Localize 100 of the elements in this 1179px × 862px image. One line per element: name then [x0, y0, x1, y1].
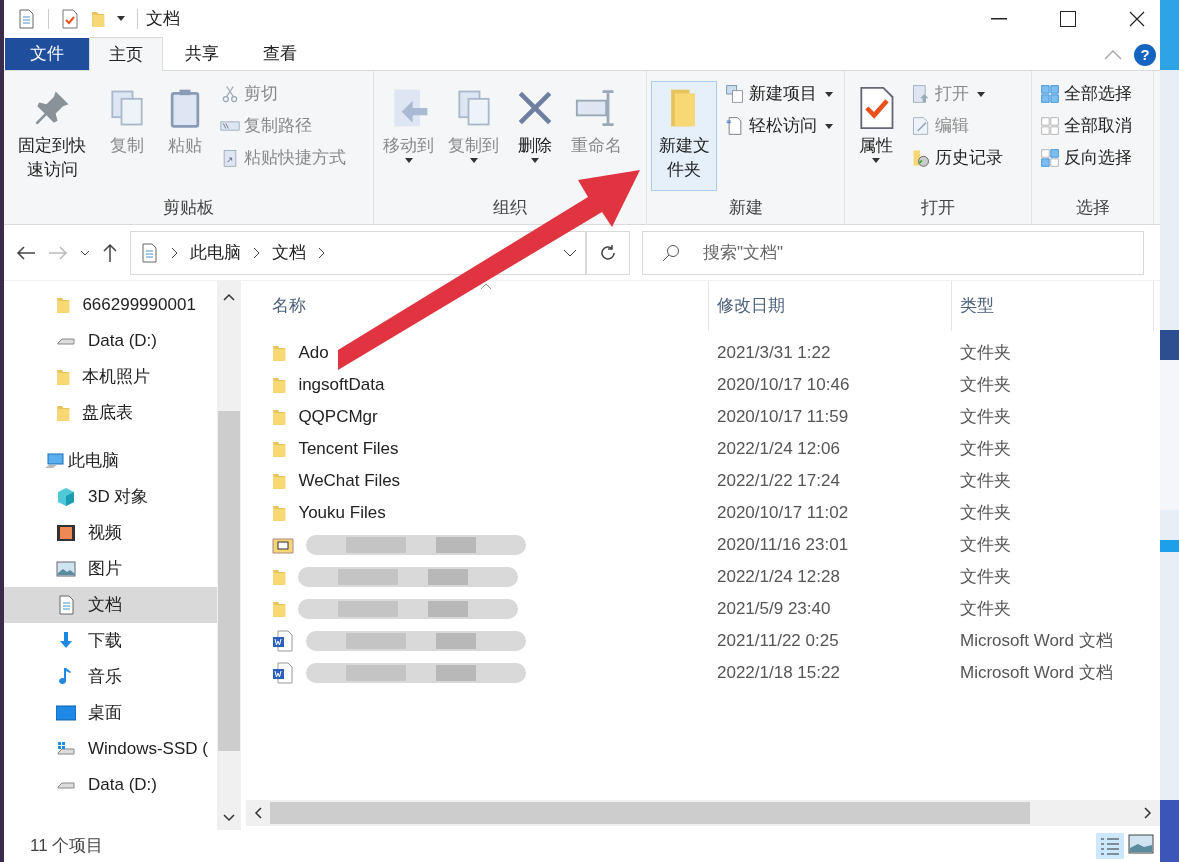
- forward-arrow-icon[interactable]: [48, 244, 68, 261]
- type-cell-text: 文件夹: [959, 438, 1011, 461]
- ribbon-tab[interactable]: 查看: [241, 38, 319, 70]
- sidebar-item[interactable]: Windows-SSD (: [4, 731, 217, 767]
- horizontal-scrollbar[interactable]: [246, 800, 1160, 826]
- sidebar-item[interactable]: 此电脑: [4, 443, 217, 479]
- file-name[interactable]: Tencent Files: [298, 440, 399, 458]
- window-title: 文档: [146, 7, 181, 30]
- group-label: 打开: [920, 196, 956, 219]
- document-icon: [56, 595, 76, 615]
- folder-icon: [272, 376, 287, 394]
- sidebar-item[interactable]: 文档: [4, 587, 217, 623]
- thumbnail-view-icon[interactable]: [1128, 833, 1154, 855]
- file-name[interactable]: Ado: [298, 344, 329, 362]
- ribbon-tab[interactable]: 共享: [163, 38, 241, 70]
- type-cell-text: 文件夹: [959, 566, 1011, 589]
- breadcrumb-item[interactable]: 此电脑: [190, 239, 241, 266]
- properties-icon[interactable]: [61, 8, 79, 29]
- chevron-down-icon[interactable]: [80, 248, 90, 257]
- folder-icon: [56, 404, 71, 422]
- file-name[interactable]: QQPCMgr: [298, 408, 378, 426]
- folder-icon: [272, 472, 287, 490]
- column-header[interactable]: 名称: [246, 293, 708, 319]
- select-all-icon: [1040, 84, 1060, 104]
- scroll-right-icon[interactable]: [1144, 807, 1152, 819]
- scroll-up-icon[interactable]: [223, 293, 235, 301]
- date-cell-text: 2021/11/22 0:25: [716, 630, 840, 653]
- folder-icon: [272, 344, 287, 362]
- ribbon-tab[interactable]: 主页: [89, 37, 163, 71]
- file-name[interactable]: WeChat Files: [298, 472, 401, 490]
- collapse-ribbon-icon[interactable]: [1104, 50, 1122, 60]
- column-header[interactable]: 修改日期: [708, 281, 951, 331]
- caret-icon: [469, 158, 478, 163]
- ribbon-button[interactable]: 全部取消: [1040, 113, 1132, 139]
- ribbon-button[interactable]: 全部选择: [1040, 81, 1132, 107]
- open-icon: [911, 84, 931, 104]
- file-name[interactable]: Youku Files: [298, 504, 386, 522]
- sidebar-item[interactable]: 666299990001: [4, 287, 217, 323]
- folder-icon: [56, 296, 71, 314]
- cube-icon: [56, 487, 76, 507]
- sidebar-item[interactable]: 图片: [4, 551, 217, 587]
- up-arrow-icon[interactable]: [102, 242, 118, 263]
- scroll-left-icon[interactable]: [254, 807, 262, 819]
- sidebar-item[interactable]: 3D 对象: [4, 479, 217, 515]
- folder-icon: [272, 440, 287, 458]
- sidebar-item[interactable]: 本机照片: [4, 359, 217, 395]
- refresh-button[interactable]: [586, 230, 630, 275]
- caret-icon: [825, 91, 833, 97]
- sidebar-item[interactable]: Data (D:): [4, 323, 217, 359]
- group-label: 新建: [727, 196, 764, 219]
- ribbon-button[interactable]: 历史记录: [911, 145, 1003, 171]
- help-button[interactable]: ?: [1134, 44, 1156, 66]
- ribbon-button[interactable]: 轻松访问: [725, 113, 833, 139]
- sidebar-item[interactable]: 下载: [4, 623, 217, 659]
- desktop-icon: [56, 703, 76, 723]
- search-icon: [662, 243, 680, 262]
- ribbon-button[interactable]: 属性: [849, 81, 903, 172]
- ribbon-button[interactable]: 新建项目: [725, 81, 833, 107]
- column-header[interactable]: 类型: [951, 281, 1154, 331]
- minimize-icon: [991, 17, 1007, 20]
- close-icon: [1129, 10, 1145, 27]
- scroll-down-icon[interactable]: [223, 814, 235, 822]
- folder-icon: [272, 568, 287, 586]
- image-icon: [56, 559, 76, 579]
- details-view-icon[interactable]: [1096, 833, 1124, 859]
- history-icon: [911, 148, 931, 168]
- scrollbar[interactable]: [217, 281, 241, 830]
- group-label: 选择: [1074, 196, 1111, 219]
- sidebar-item[interactable]: Data (D:): [4, 767, 217, 803]
- ribbon-button[interactable]: 删除: [508, 81, 562, 172]
- folder-icon: [91, 9, 106, 28]
- sidebar-item[interactable]: 视频: [4, 515, 217, 551]
- file-menu-tab[interactable]: 文件: [5, 38, 89, 70]
- breadcrumb-item[interactable]: 文档: [272, 239, 306, 266]
- type-cell-text: 文件夹: [959, 502, 1011, 525]
- sidebar-item[interactable]: 桌面: [4, 695, 217, 731]
- back-arrow-icon[interactable]: [16, 244, 36, 261]
- select-none-icon: [1040, 116, 1060, 136]
- type-cell-text: Microsoft Word 文档: [959, 630, 1113, 653]
- maximize-icon: [1060, 10, 1076, 27]
- word-document-icon: [272, 630, 294, 652]
- date-cell-text: 2020/10/17 11:02: [716, 502, 850, 525]
- folder-icon: [56, 368, 71, 386]
- type-cell-text: 文件夹: [959, 470, 1011, 493]
- ribbon-button[interactable]: 新建文件夹: [651, 81, 717, 191]
- chevron-down-icon[interactable]: [563, 248, 577, 257]
- document-icon: [139, 242, 159, 263]
- caret-icon: [404, 158, 413, 163]
- folder-icon: [272, 600, 287, 618]
- ribbon-button[interactable]: 固定到快速访问: [8, 81, 96, 191]
- date-cell-text: 2020/11/16 23:01: [716, 534, 850, 557]
- file-name[interactable]: ingsoftData: [298, 376, 385, 394]
- date-cell-text: 2020/10/17 10:46: [716, 374, 851, 397]
- folder-icon: [272, 535, 294, 555]
- ribbon-button[interactable]: 反向选择: [1040, 145, 1132, 171]
- address-bar[interactable]: 此电脑 文档: [130, 230, 586, 275]
- document-icon: [16, 8, 36, 29]
- search-field[interactable]: 搜索"文档": [642, 230, 1144, 275]
- sidebar-item[interactable]: 盘底表: [4, 395, 217, 431]
- sidebar-item[interactable]: 音乐: [4, 659, 217, 695]
